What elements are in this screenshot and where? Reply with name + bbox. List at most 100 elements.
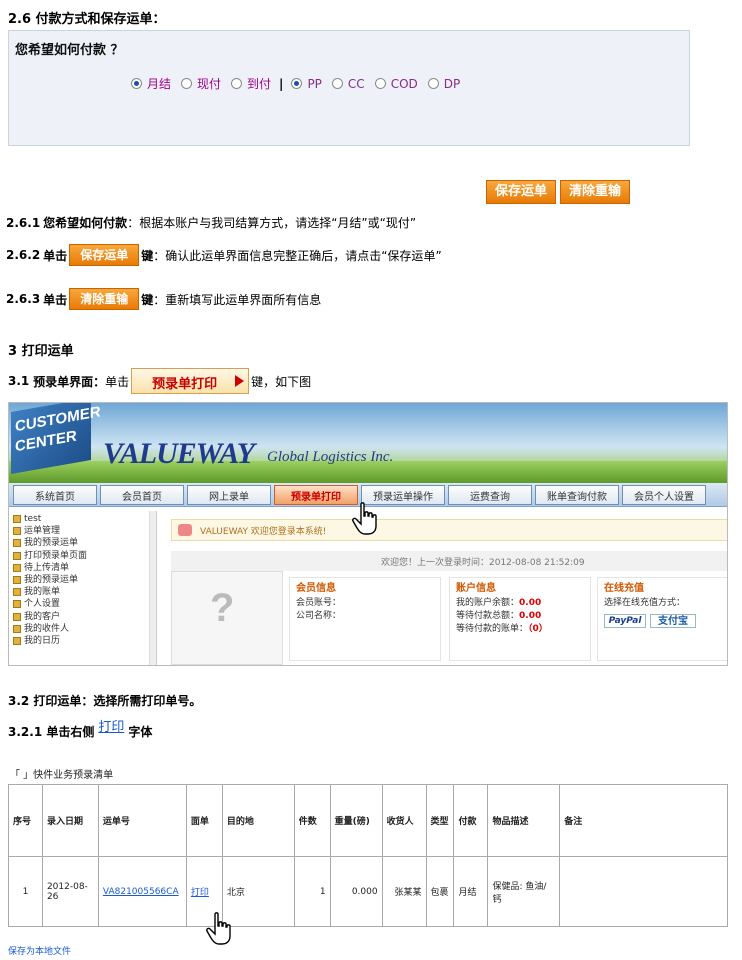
radio-icon[interactable]: [427, 78, 439, 89]
save-local-file-link[interactable]: 保存为本地文件: [8, 944, 71, 957]
radio-monthly[interactable]: 月结: [131, 75, 171, 92]
folder-icon: [13, 588, 21, 597]
cell-type: 包裹: [425, 856, 455, 927]
payment-options: 月结 现付 到付 | PP CC COD DP: [131, 75, 470, 92]
speaker-icon: [178, 524, 192, 536]
cell-index: 1: [8, 856, 43, 927]
nav-tab-bill-query[interactable]: 账单查询付款: [535, 485, 619, 505]
folder-icon: [13, 563, 21, 572]
radio-cash[interactable]: 现付: [181, 75, 221, 92]
col-consignee: 收货人: [381, 784, 427, 857]
table-header-row: 序号 录入日期 运单号 面单 目的地 件数 重量(磅) 收货人 类型 付款 物品…: [8, 784, 728, 857]
step-3-1: 3.1 预录单界面： 单击 预录单打印 键，如下图: [8, 368, 311, 394]
site-banner: CUSTOMER CENTER VALUEWAY Global Logistic…: [9, 403, 727, 483]
col-description: 物品描述: [487, 784, 561, 857]
preview-print-button[interactable]: 预录单打印: [131, 368, 250, 394]
table-row: 1 2012-08-26 VA821005566CA 打印 北京 1 0.000…: [8, 856, 728, 927]
folder-icon: [13, 624, 21, 633]
action-buttons: 保存运单 清除重输: [486, 180, 631, 204]
tree-item[interactable]: 我的客户: [13, 611, 152, 623]
radio-dp[interactable]: DP: [427, 77, 460, 91]
tree-item[interactable]: 我的日历: [13, 635, 152, 647]
radio-icon[interactable]: [291, 78, 303, 89]
account-info-card: 账户信息 我的账户余额：0.00 等待付款总额：0.00 等待付款的账单：（0）: [449, 577, 591, 661]
waybill-link[interactable]: VA821005566CA: [103, 887, 179, 897]
radio-pp[interactable]: PP: [291, 77, 322, 91]
folder-icon: [13, 539, 21, 548]
col-pieces: 件数: [293, 784, 331, 857]
nav-tab-home[interactable]: 系统首页: [13, 485, 97, 505]
clear-button-inline[interactable]: 清除重输: [69, 288, 140, 310]
clear-button[interactable]: 清除重输: [560, 180, 631, 204]
tree-item[interactable]: 我的收件人: [13, 623, 152, 635]
member-info-card: 会员信息 会员账号： 公司名称：: [289, 577, 441, 661]
folder-icon: [13, 551, 21, 560]
tree-scrollbar[interactable]: [149, 511, 156, 665]
radio-collect[interactable]: 到付: [231, 75, 271, 92]
radio-icon[interactable]: [231, 78, 243, 89]
tree-item[interactable]: test: [13, 513, 152, 525]
col-payment: 付款: [453, 784, 489, 857]
radio-icon[interactable]: [131, 78, 142, 89]
folder-icon: [13, 612, 21, 621]
tree-item[interactable]: 我的账单: [13, 586, 152, 598]
col-weight: 重量(磅): [329, 784, 383, 857]
print-link[interactable]: 打印: [191, 888, 209, 898]
question-mark-icon: ?: [210, 586, 235, 630]
online-payment-card: 在线充值 选择在线充值方式： PayPal 支付宝: [597, 577, 727, 661]
folder-icon: [13, 527, 21, 536]
avatar-placeholder: ?: [171, 571, 283, 665]
site-logo: VALUEWAY: [103, 437, 255, 470]
radio-icon[interactable]: [331, 78, 343, 89]
tree-item[interactable]: 个人设置: [13, 598, 152, 610]
section-title-2-6: 2.6 付款方式和保存运单：: [8, 12, 166, 27]
cell-consignee: 张某某: [381, 856, 427, 927]
step-3-2-1: 3.2.1 单击右侧 打印 字体: [8, 720, 152, 741]
payment-question: 您希望如何付款 ？: [15, 43, 124, 58]
radio-icon[interactable]: [181, 78, 193, 89]
express-list-title: 「 」快件业务预录清单: [10, 770, 114, 781]
folder-icon: [13, 515, 21, 524]
radio-icon[interactable]: [374, 78, 386, 89]
site-sidebar-tree: test 运单管理 我的预录运单 打印预录单页面 待上传清单 我的预录运单 我的…: [9, 511, 157, 665]
radio-cc[interactable]: CC: [331, 77, 365, 91]
col-label: 面单: [185, 784, 223, 857]
nav-tab-member-settings[interactable]: 会员个人设置: [622, 485, 706, 505]
section-title-3: 3 打印运单: [8, 344, 74, 359]
folder-icon: [13, 576, 21, 585]
step-2-6-1: 2.6.1 您希望如何付款 ：根据本账户与我司结算方式，请选择“月结”或“现付”: [6, 215, 417, 231]
arrow-right-icon: [235, 375, 245, 387]
paypal-logo[interactable]: PayPal: [604, 614, 646, 628]
tree-item[interactable]: 运单管理: [13, 525, 152, 537]
radio-cod[interactable]: COD: [374, 77, 418, 91]
welcome-banner: VALUEWAY 欢迎您登录本系统!: [171, 519, 727, 541]
cell-description: 保健品: 鱼油/钙: [487, 856, 561, 927]
col-destination: 目的地: [221, 784, 295, 857]
nav-tab-preview-print[interactable]: 预录单打印: [274, 485, 358, 505]
last-login-bar: 欢迎您！上一次登录时间：2012-08-08 21:52:09: [171, 551, 727, 571]
option-separator: |: [279, 76, 284, 91]
print-link-sample[interactable]: 打印: [98, 716, 124, 735]
step-2-6-2: 2.6.2 单击 保存运单 键 ：确认此运单界面信息完整正确后，请点击“保存运单…: [6, 244, 442, 266]
col-remark: 备注: [559, 784, 728, 857]
tree-item[interactable]: 打印预录单页面: [13, 550, 152, 562]
nav-tab-freight-query[interactable]: 运费查询: [448, 485, 532, 505]
tree-item[interactable]: 我的预录运单: [13, 537, 152, 549]
col-waybill: 运单号: [97, 784, 187, 857]
prerecord-table: 序号 录入日期 运单号 面单 目的地 件数 重量(磅) 收货人 类型 付款 物品…: [8, 784, 728, 927]
cell-remark: [559, 856, 728, 927]
alipay-logo[interactable]: 支付宝: [650, 614, 696, 628]
cell-pieces: 1: [293, 856, 331, 927]
tree-item[interactable]: 我的预录运单: [13, 574, 152, 586]
col-date: 录入日期: [41, 784, 99, 857]
tree-item[interactable]: 待上传清单: [13, 562, 152, 574]
cell-payment: 月结: [453, 856, 489, 927]
pointer-hand-icon: [206, 912, 231, 945]
save-waybill-button[interactable]: 保存运单: [486, 180, 557, 204]
site-logo-subtitle: Global Logistics Inc.: [267, 449, 394, 465]
nav-tab-member-home[interactable]: 会员首页: [100, 485, 184, 505]
save-waybill-button-inline[interactable]: 保存运单: [69, 244, 140, 266]
cell-date: 2012-08-26: [41, 856, 99, 927]
col-type: 类型: [425, 784, 455, 857]
nav-tab-online-entry[interactable]: 网上录单: [187, 485, 271, 505]
